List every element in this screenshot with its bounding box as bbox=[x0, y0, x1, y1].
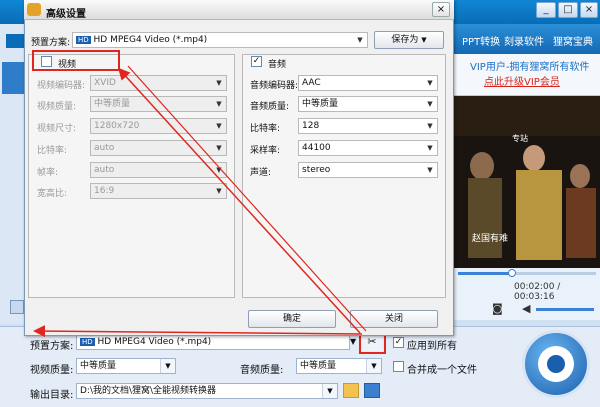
arrow-to-preset bbox=[33, 325, 363, 338]
annotation-arrows bbox=[33, 65, 367, 338]
arrow-to-video bbox=[117, 67, 361, 334]
arrow-to-video-2 bbox=[127, 65, 367, 332]
